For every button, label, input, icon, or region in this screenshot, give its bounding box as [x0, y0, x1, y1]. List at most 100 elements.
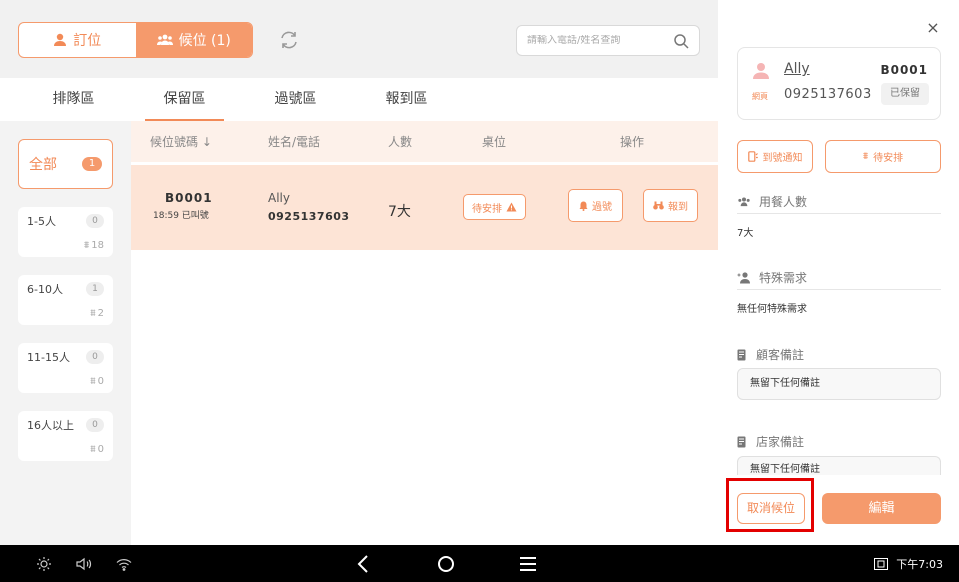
diners-value: 7大 [737, 228, 754, 239]
arrange-button[interactable]: ⩩ 待安排 [825, 140, 941, 173]
back-icon[interactable] [353, 554, 373, 574]
table-row[interactable]: B0001 18:59 已叫號 Ally 0925137603 7大 待安排 過… [131, 165, 718, 250]
waitlist-tab[interactable]: 候位 (1) [135, 23, 252, 57]
table-header: 候位號碼 ↓ 姓名/電話 人數 桌位 操作 [131, 121, 718, 162]
header-action: 操作 [620, 135, 645, 149]
search-icon[interactable] [673, 33, 689, 49]
cancel-waitlist-button[interactable]: 取消候位 [737, 493, 805, 524]
checkin-button[interactable]: 報到 [643, 189, 698, 222]
filter-6-10[interactable]: 6-10人 1 ⩩ 2 [18, 275, 113, 325]
table-icon: ⩩ [90, 308, 96, 319]
filter-table-count: ⩩ 18 [83, 240, 104, 251]
table-icon: ⩩ [90, 376, 96, 387]
arrange-table-button[interactable]: 待安排 [463, 194, 526, 220]
notify-button[interactable]: 到號通知 [737, 140, 813, 173]
person-icon [753, 63, 769, 79]
filter-11-15[interactable]: 11-15人 0 ⩩ 0 [18, 343, 113, 393]
divider [737, 289, 941, 290]
row-phone: 0925137603 [268, 210, 350, 223]
detail-panel: × Ally B0001 網頁 0925137603 已保留 到號通知 ⩩ 待安… [718, 0, 959, 545]
refresh-icon[interactable] [277, 28, 301, 52]
edit-button[interactable]: 編輯 [822, 493, 941, 524]
special-title: 特殊需求 [737, 269, 807, 286]
note-icon [737, 436, 746, 447]
diners-title: 用餐人數 [737, 193, 807, 210]
header-name: 姓名/電話 [268, 135, 321, 149]
store-note-title: 店家備註 [737, 433, 804, 450]
header-table: 桌位 [482, 135, 507, 149]
tab-checkin[interactable]: 報到區 [351, 78, 462, 121]
row-people: 7大 [388, 204, 411, 220]
close-icon[interactable]: × [923, 18, 943, 38]
filter-count: 0 [86, 350, 104, 364]
filter-table-count: ⩩ 2 [90, 308, 104, 319]
filter-all[interactable]: 全部 1 [18, 139, 113, 189]
brightness-icon[interactable] [34, 554, 54, 574]
party-size-filter: 全部 1 1-5人 0 ⩩ 18 6-10人 1 ⩩ 2 11-15人 0 ⩩ 0 1… [0, 121, 131, 545]
zone-tabs: 排隊區 保留區 過號區 報到區 [0, 78, 718, 121]
menu-icon[interactable] [518, 554, 538, 574]
table-icon: ⩩ [862, 151, 869, 162]
filter-all-count: 1 [82, 157, 102, 171]
mode-switch: 訂位 候位 (1) [18, 22, 253, 58]
filter-count: 1 [86, 282, 104, 296]
top-bar: 訂位 候位 (1) [0, 0, 718, 78]
search-box [516, 25, 700, 56]
group-icon [738, 197, 750, 206]
booking-tab-label: 訂位 [73, 33, 102, 49]
status-area: 下午7:03 [874, 556, 943, 572]
row-name: Ally [268, 191, 290, 205]
filter-table-count: ⩩ 0 [90, 444, 104, 455]
note-icon [737, 349, 746, 360]
home-icon[interactable] [436, 554, 456, 574]
table-icon: ⩩ [90, 444, 96, 455]
guest-code: B0001 [880, 63, 928, 77]
tab-missed[interactable]: 過號區 [240, 78, 351, 121]
waitlist-table: 候位號碼 ↓ 姓名/電話 人數 桌位 操作 B0001 18:59 已叫號 Al… [131, 121, 718, 545]
add-person-icon [737, 271, 750, 283]
group-icon [156, 34, 173, 45]
guest-card: Ally B0001 網頁 0925137603 已保留 [737, 47, 941, 120]
volume-icon[interactable] [74, 554, 94, 574]
filter-16-plus[interactable]: 16人以上 0 ⩩ 0 [18, 411, 113, 461]
filter-count: 0 [86, 418, 104, 432]
notify-label: 到號通知 [762, 153, 803, 164]
source-tag: 網頁 [752, 92, 768, 101]
bell-icon [579, 201, 588, 211]
guest-phone: 0925137603 [784, 87, 872, 102]
divider [737, 213, 941, 214]
checkin-label: 報到 [668, 202, 688, 213]
tab-queue[interactable]: 排隊區 [18, 78, 129, 121]
filter-1-5[interactable]: 1-5人 0 ⩩ 18 [18, 207, 113, 257]
status-badge: 已保留 [881, 83, 929, 105]
warning-icon [506, 202, 517, 212]
arrange-label: 待安排 [873, 153, 904, 164]
customer-note-field[interactable]: 無留下任何備註 [737, 368, 941, 400]
main-area: 訂位 候位 (1) 排隊區 保留區 過號區 報到區 全部 1 1-5人 0 ⩩1… [0, 0, 718, 545]
clock: 下午7:03 [896, 558, 943, 571]
store-note-field[interactable]: 無留下任何備註 [737, 456, 941, 475]
filter-count: 0 [86, 214, 104, 228]
header-code[interactable]: 候位號碼 ↓ [150, 133, 212, 150]
arrange-table-label: 待安排 [472, 203, 502, 215]
table-icon: ⩩ [83, 240, 90, 251]
tab-reserved[interactable]: 保留區 [129, 78, 240, 121]
booking-tab[interactable]: 訂位 [19, 23, 136, 57]
filter-all-label: 全部 [29, 157, 57, 173]
skip-label: 過號 [592, 202, 612, 213]
row-code: B0001 [165, 191, 213, 205]
screen-icon [874, 558, 889, 570]
header-people: 人數 [388, 135, 413, 149]
person-icon [54, 33, 67, 46]
customer-note-title: 顧客備註 [737, 346, 804, 363]
search-input[interactable] [527, 35, 673, 46]
skip-button[interactable]: 過號 [568, 189, 623, 222]
guest-name[interactable]: Ally [784, 61, 810, 77]
special-value: 無任何特殊需求 [737, 304, 807, 315]
waitlist-tab-label: 候位 (1) [178, 33, 231, 49]
wifi-icon[interactable] [114, 554, 134, 574]
row-time: 18:59 已叫號 [153, 211, 209, 221]
system-nav-bar: 下午7:03 [0, 545, 959, 582]
binoculars-icon [653, 201, 664, 210]
filter-table-count: ⩩ 0 [90, 376, 104, 387]
